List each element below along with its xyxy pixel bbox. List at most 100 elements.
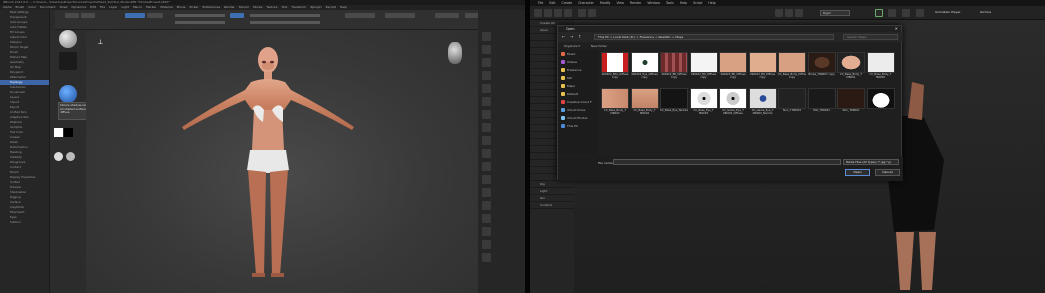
head-navigation-gizmo[interactable] [448,42,462,64]
file-item[interactable]: CC_Base_Body_T MR002 [866,52,895,80]
file-item[interactable]: 260422_Btl_Diffuse copy [748,52,777,80]
gizmos-button[interactable]: Gizmos [980,10,991,14]
file-item[interactable]: CC_Base_Body_Diffuse copy [778,52,806,80]
frame-icon[interactable] [482,162,491,171]
zoom-icon[interactable] [482,71,491,80]
file-item[interactable]: CC_Base_Eye_T MR003 [689,88,718,116]
character-icon[interactable] [888,9,896,17]
secondary-color-swatch[interactable] [64,128,73,137]
scene-panel-row[interactable]: Content [530,202,574,209]
sidebar-location[interactable]: Videos [558,58,598,66]
search-input[interactable]: Search Maps [843,34,898,40]
sidebar-location[interactable]: Music [558,50,598,58]
aahalf-icon[interactable] [482,97,491,106]
sidebar-location[interactable]: Creative Cloud F [558,98,598,106]
sphere-icon[interactable] [66,152,75,161]
file-name-input[interactable] [613,159,841,165]
animation-player-button[interactable]: Animation Player [935,10,961,14]
camera-select[interactable]: Rigid [820,10,850,16]
sphere-icon[interactable] [54,152,63,161]
forward-icon[interactable]: → [570,34,573,39]
local-icon[interactable] [482,136,491,145]
address-bar[interactable]: This PC > Local Disk (D:) > Freelance > … [594,34,834,40]
cancel-button[interactable]: Cancel [875,169,900,176]
file-item[interactable]: Hair_TRR001 [807,88,836,116]
rotate-icon[interactable] [554,9,562,17]
polyf-button[interactable] [385,13,415,18]
file-item[interactable]: 260422_Btl_Diffuse copy [660,52,688,80]
stroke-thumbnail[interactable] [59,52,77,70]
file-item[interactable]: CC_Game_Eye_T MR003_Diffuse [719,88,747,116]
rgb-button[interactable] [230,13,244,18]
file-item[interactable]: CC_Base_Eye_Texture_Ram_jpg_TRR001 [660,88,688,116]
back-icon[interactable]: ← [562,34,565,39]
move-icon[interactable] [482,175,491,184]
scene-panel-row[interactable]: Glo [530,195,574,202]
file-item[interactable]: Skin_TRR001 [837,88,865,116]
actual-icon[interactable] [482,84,491,93]
draw-size-slider[interactable] [175,21,225,24]
up-icon[interactable]: ↑ [578,34,581,39]
file-item[interactable]: CC_Base_Body_T MR004 [630,88,659,116]
new-folder-button[interactable]: New folder [591,44,607,48]
file-item[interactable]: 260422_Btl_Diffuse copy [719,52,747,80]
zoom3d-icon[interactable] [482,188,491,197]
transp-button[interactable] [345,13,375,18]
file-item[interactable]: 260402_Eye_Diffuse copy [630,52,659,80]
rgb-intensity-slider[interactable] [250,14,320,17]
zsub-button[interactable] [147,13,163,18]
sidebar-location[interactable]: Maps [558,82,598,90]
zbrush-viewport[interactable]: ⟂ [86,30,478,293]
rotate-icon[interactable] [482,201,491,210]
organize-button[interactable]: Organize ▾ [564,44,580,48]
undo-icon[interactable] [578,9,586,17]
xyz-icon[interactable] [482,149,491,158]
solo-button[interactable] [435,13,459,18]
scroll-icon[interactable] [482,58,491,67]
camera-icon[interactable] [775,9,783,17]
xpose-icon[interactable] [482,253,491,262]
light-icon[interactable] [785,9,793,17]
tool-palette-item[interactable]: Subtool [0,220,49,225]
brush-thumbnail[interactable] [59,30,77,48]
file-item[interactable]: Skin_T MR001 [778,88,806,116]
scene-panel-row[interactable]: Light [530,188,574,195]
main-color-swatch[interactable] [54,128,63,137]
solo-icon[interactable] [482,240,491,249]
bpr-icon[interactable] [482,32,491,41]
scene-panel-row[interactable]: Rig [530,181,574,188]
figure-icon[interactable] [902,9,910,17]
file-item[interactable]: 260422_Btl_Diffuse copy [689,52,718,80]
figure2-icon[interactable] [916,9,924,17]
polyframe-icon[interactable] [482,214,491,223]
persp-icon[interactable] [482,110,491,119]
open-button[interactable]: Open [845,169,870,176]
spix-icon[interactable] [482,45,491,54]
sidebar-location[interactable]: This PC [558,122,598,130]
sidebar-location[interactable]: SW [558,74,598,82]
select-icon[interactable] [534,9,542,17]
redo-icon[interactable] [588,9,596,17]
draw-button[interactable] [65,13,79,18]
file-item[interactable]: CC_Game_Eye_T MR003_Normal [748,88,777,116]
transp-icon[interactable] [482,227,491,236]
floor-icon[interactable] [482,123,491,132]
file-item[interactable]: Brows_TRR007 copy [807,52,836,80]
sidebar-location[interactable]: Default [558,90,598,98]
file-item[interactable] [866,88,895,116]
pose-icon[interactable] [875,9,883,17]
scale-icon[interactable] [564,9,572,17]
move-button[interactable] [81,13,95,18]
file-item[interactable]: 260402_Bde_Diffuse copy [601,52,629,80]
z-intensity-slider[interactable] [250,21,320,24]
file-type-select[interactable]: Media Files (All Types) (*.jpg;*.jp [843,159,899,165]
focal-shift-slider[interactable] [175,14,225,17]
file-item[interactable]: CC_Base_Body_T MR001 [837,52,865,80]
file-item[interactable]: CC_Base_Body_T MR003 [601,88,629,116]
render-icon[interactable] [795,9,803,17]
material-thumbnail[interactable] [59,85,77,103]
sidebar-location[interactable]: iCloud Photos [558,114,598,122]
sidebar-location[interactable]: iCloud Drive [558,106,598,114]
sidebar-location[interactable]: Freelance [558,66,598,74]
zadd-button[interactable] [125,13,145,18]
